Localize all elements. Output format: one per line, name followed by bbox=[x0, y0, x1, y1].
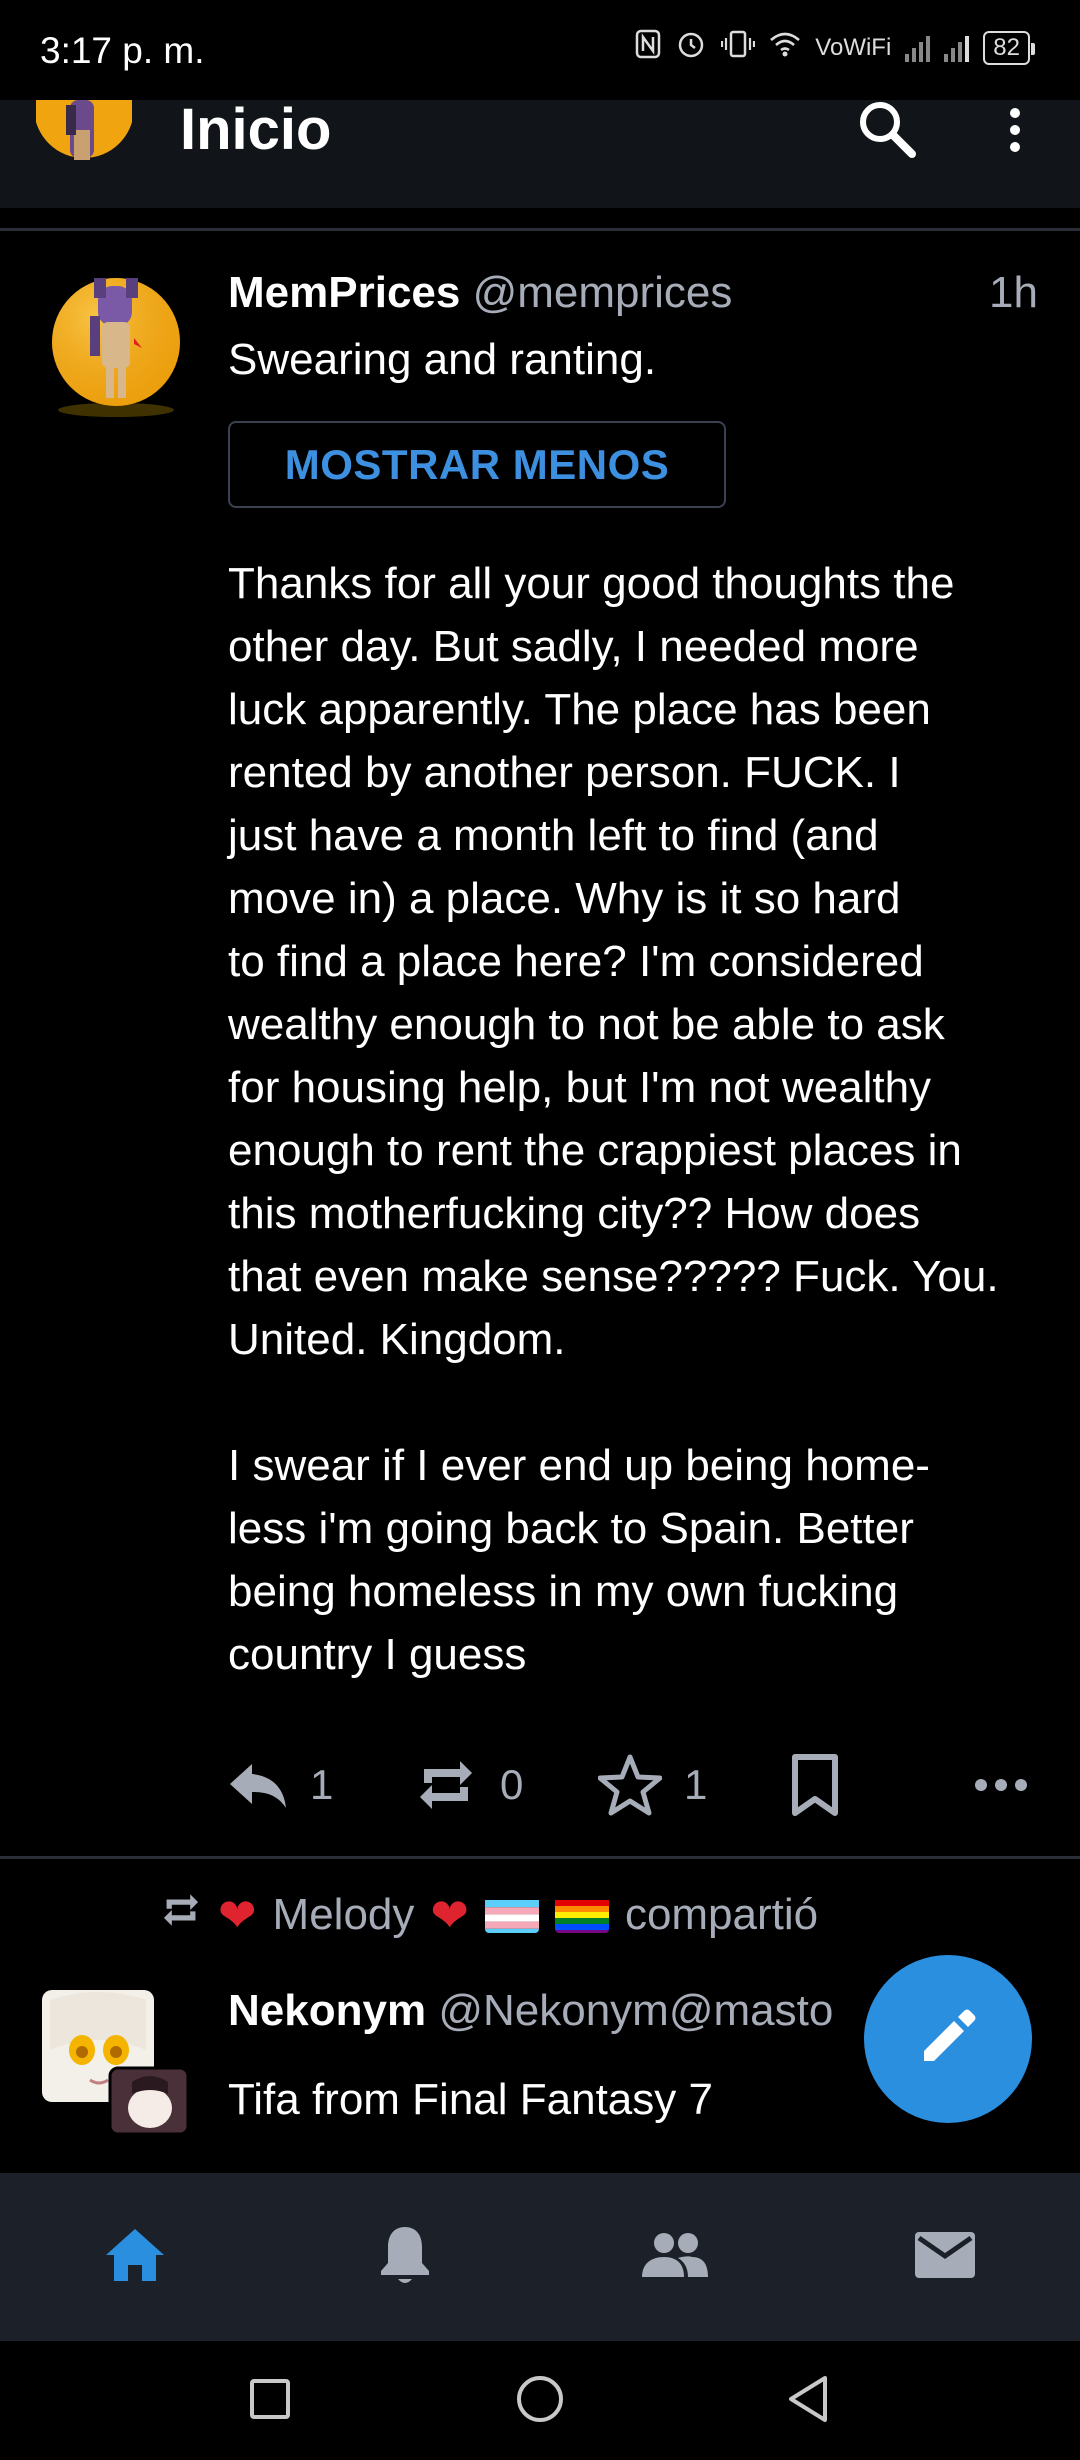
recents-button[interactable] bbox=[240, 2371, 300, 2431]
alarm-icon bbox=[675, 28, 707, 68]
avatar[interactable] bbox=[46, 278, 186, 418]
pencil-icon bbox=[918, 2007, 978, 2072]
app-bar-gap bbox=[0, 208, 1080, 228]
bottom-navigation bbox=[0, 2173, 1080, 2341]
account-handle[interactable]: @Nekonym@masto bbox=[438, 1986, 833, 2035]
tab-local[interactable] bbox=[540, 2173, 810, 2341]
back-button[interactable] bbox=[778, 2371, 838, 2431]
heart-emoji-icon: ❤ bbox=[430, 1889, 469, 1941]
home-icon bbox=[104, 2227, 166, 2288]
rainbow-flag-icon bbox=[554, 1897, 609, 1933]
favourite-button[interactable]: 1 bbox=[598, 1745, 707, 1825]
timestamp[interactable]: 1h bbox=[989, 265, 1038, 321]
heart-emoji-icon: ❤ bbox=[218, 1889, 257, 1941]
mail-icon bbox=[913, 2230, 977, 2285]
signal-icon bbox=[944, 34, 970, 62]
account-handle[interactable]: @memprices bbox=[473, 268, 733, 317]
reply-count: 1 bbox=[310, 1761, 334, 1808]
bookmark-icon bbox=[790, 1753, 840, 1817]
vowifi-label: VoWiFi bbox=[815, 34, 892, 61]
status-bar: 3:17 p. m. VoWiFi 82 bbox=[0, 0, 1080, 100]
star-icon bbox=[598, 1753, 662, 1817]
compose-button[interactable] bbox=[864, 1955, 1032, 2123]
home-system-button[interactable] bbox=[510, 2371, 570, 2431]
divider bbox=[0, 228, 1080, 231]
tab-direct-messages[interactable] bbox=[810, 2173, 1080, 2341]
status-content[interactable]: Tifa from Final Fantasy 7 bbox=[228, 2072, 713, 2128]
more-vert-icon[interactable] bbox=[1000, 100, 1030, 160]
system-navigation-bar bbox=[0, 2341, 1080, 2460]
tab-home[interactable] bbox=[0, 2173, 270, 2341]
square-icon bbox=[248, 2377, 292, 2426]
boost-button[interactable]: 0 bbox=[414, 1745, 523, 1825]
boost-count: 0 bbox=[500, 1761, 524, 1808]
reply-button[interactable]: 1 bbox=[228, 1745, 333, 1825]
status-action-bar: 1 0 1 bbox=[228, 1745, 1038, 1825]
display-name[interactable]: Nekonym bbox=[228, 1986, 426, 2035]
search-icon[interactable] bbox=[852, 100, 922, 160]
status-paragraph: I swear if I ever end up being home- les… bbox=[228, 1441, 930, 1679]
tab-notifications[interactable] bbox=[270, 2173, 540, 2341]
wifi-icon bbox=[769, 31, 801, 65]
back-triangle-icon bbox=[785, 2374, 831, 2429]
boost-icon bbox=[414, 1753, 478, 1817]
circle-icon bbox=[515, 2374, 565, 2429]
reply-icon bbox=[228, 1760, 288, 1810]
reblog-indicator[interactable]: ❤ Melody ❤ compartió bbox=[160, 1880, 818, 1950]
show-less-button[interactable]: MOSTRAR MENOS bbox=[228, 421, 726, 508]
vibrate-icon bbox=[721, 29, 756, 67]
status-header[interactable]: MemPrices @memprices 1h bbox=[228, 265, 1038, 321]
content-warning: Swearing and ranting. bbox=[228, 335, 657, 384]
reblogger-name[interactable]: Melody bbox=[273, 1890, 415, 1940]
trans-flag-icon bbox=[484, 1897, 539, 1933]
boost-icon bbox=[160, 1889, 202, 1942]
status-time: 3:17 p. m. bbox=[40, 30, 205, 71]
more-horiz-icon bbox=[974, 1778, 1028, 1792]
account-avatar[interactable] bbox=[36, 100, 132, 170]
avatar[interactable] bbox=[40, 1990, 190, 2136]
app-bar: Inicio bbox=[0, 100, 1080, 208]
display-name[interactable]: MemPrices bbox=[228, 268, 460, 317]
divider bbox=[0, 1856, 1080, 1859]
reblog-label: compartió bbox=[624, 1890, 819, 1939]
bookmark-button[interactable] bbox=[790, 1745, 840, 1825]
favourite-count: 1 bbox=[684, 1761, 708, 1808]
battery-indicator: 82 bbox=[983, 31, 1035, 65]
more-options-button[interactable] bbox=[974, 1745, 1028, 1825]
page-title: Inicio bbox=[180, 97, 332, 162]
status-paragraph: Thanks for all your good thoughts the ot… bbox=[228, 559, 999, 1364]
people-icon bbox=[640, 2231, 710, 2284]
nfc-icon bbox=[635, 29, 661, 67]
signal-icon bbox=[905, 34, 931, 62]
notifications-icon bbox=[378, 2223, 432, 2292]
status-content[interactable]: Thanks for all your good thoughts the ot… bbox=[228, 552, 1048, 1686]
status-icons: VoWiFi 82 bbox=[635, 28, 1035, 68]
